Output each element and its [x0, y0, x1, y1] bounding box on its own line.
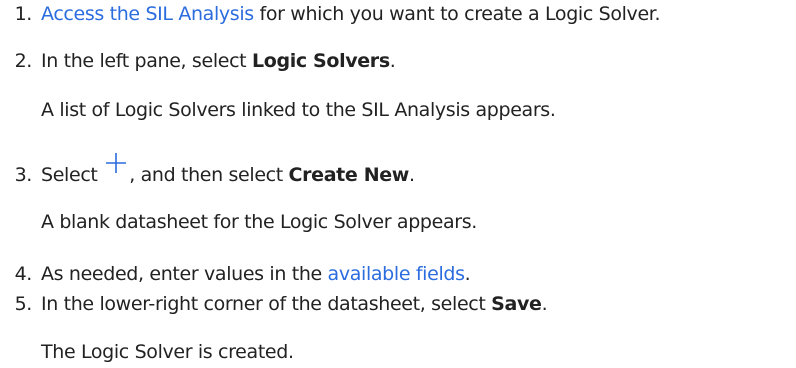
- step-text: .: [464, 263, 471, 285]
- step-text: for which you want to create a Logic Sol…: [253, 3, 661, 25]
- step-number: 4.: [14, 263, 33, 285]
- save-label: Save: [491, 293, 542, 315]
- step-4: 4. As needed, enter values in the availab…: [4, 262, 471, 286]
- step-3: 3. Select , and then select Create New.: [4, 153, 415, 187]
- step-text: .: [409, 164, 415, 186]
- step-text: .: [541, 293, 548, 315]
- step-number: 1.: [14, 3, 33, 25]
- create-new-label: Create New: [288, 164, 410, 186]
- step-text: In the left pane, select: [41, 50, 252, 72]
- step-text: As needed, enter values in the: [41, 263, 328, 285]
- step-3-result: A blank datasheet for the Logic Solver a…: [41, 211, 477, 233]
- step-5-result: The Logic Solver is created.: [41, 341, 294, 363]
- step-5: 5. In the lower-right corner of the datas…: [4, 292, 548, 316]
- logic-solvers-label: Logic Solvers: [251, 50, 390, 72]
- step-text: , and then select: [129, 164, 289, 186]
- step-2-result: A list of Logic Solvers linked to the SI…: [41, 99, 556, 121]
- step-text: In the lower-right corner of the datashe…: [41, 293, 492, 315]
- step-text: Select: [41, 164, 104, 186]
- available-fields-link[interactable]: available fields: [328, 263, 465, 285]
- plus-icon: [105, 153, 127, 182]
- step-number: 3.: [14, 164, 33, 186]
- step-number: 5.: [14, 293, 33, 315]
- step-2: 2. In the left pane, select Logic Solvers…: [4, 49, 396, 73]
- step-text: .: [389, 50, 396, 72]
- step-1: 1. Access the SIL Analysis for which you …: [4, 2, 661, 26]
- step-number: 2.: [14, 50, 33, 72]
- access-sil-analysis-link[interactable]: Access the SIL Analysis: [41, 3, 254, 25]
